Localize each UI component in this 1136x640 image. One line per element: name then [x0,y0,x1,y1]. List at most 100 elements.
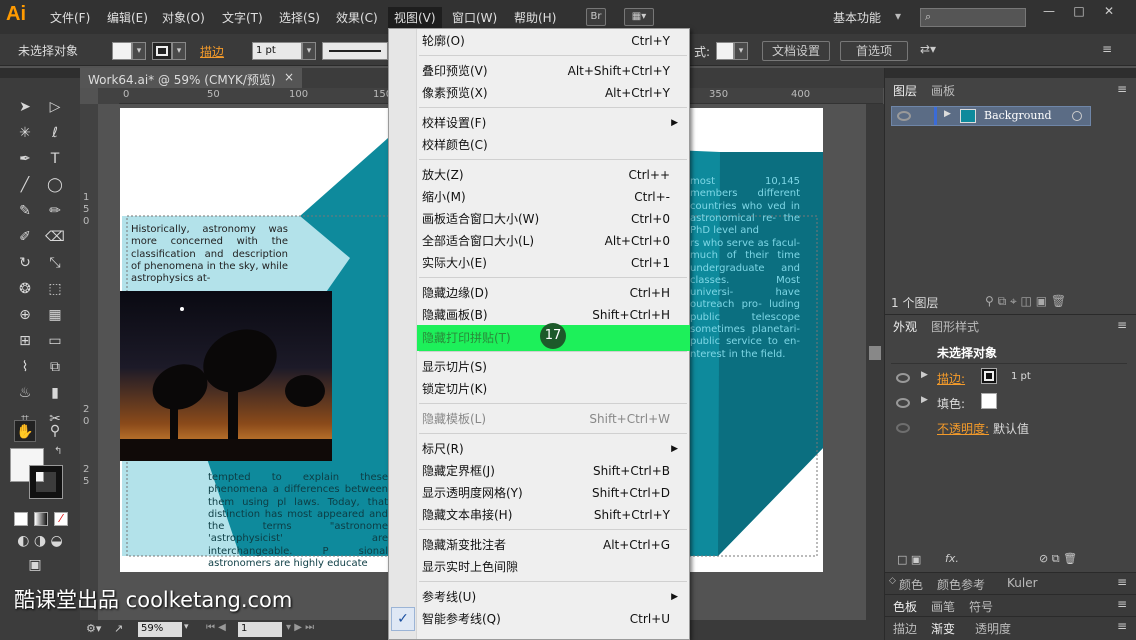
close-window-icon[interactable]: ✕ [1098,4,1120,20]
tab-appearance[interactable]: 外观 [893,318,917,336]
appearance-stroke-value[interactable]: 1 pt [1011,371,1031,382]
menu-view[interactable]: 视图(V) [388,7,442,28]
appearance-opacity-label[interactable]: 不透明度: [937,420,989,437]
color-panel-menu-icon[interactable]: ≡ [1117,575,1127,589]
magic-wand-tool-icon[interactable]: ✳ [14,122,36,144]
stroke-label[interactable]: 描边 [200,43,224,60]
menu-item-hide-gradient-annotator[interactable]: 隐藏渐变批注者 Alt+Ctrl+G [422,534,684,556]
scale-tool-icon[interactable]: ⤡ [44,252,66,274]
menu-item-actual-size[interactable]: 实际大小(E) Ctrl+1 [422,252,684,274]
paragraph-bottom-left[interactable]: tempted to explain these phenomena a dif… [208,472,388,570]
opacity-visibility-eye-icon[interactable] [896,423,910,433]
stroke-weight-input[interactable]: 1 pt [252,42,302,60]
expand-triangle-icon[interactable]: ▶ [944,109,951,119]
appearance-fill-swatch[interactable] [981,393,997,409]
menu-type[interactable]: 文字(T) [222,9,263,26]
perspective-grid-tool-icon[interactable]: ▦ [44,304,66,326]
appearance-stroke-swatch[interactable] [981,368,997,384]
document-tab[interactable]: Work64.ai* @ 59% (CMYK/预览) × [80,68,302,88]
fill-visibility-eye-icon[interactable] [896,398,910,408]
menu-item-proof-colors[interactable]: 校样颜色(C) [422,134,684,156]
menu-item-zoom-in[interactable]: 放大(Z) Ctrl++ [422,164,684,186]
minimize-icon[interactable]: — [1038,4,1060,20]
paragraph-right-2[interactable]: rs who serve as facul- much of their tim… [690,238,800,361]
layer-actions-icons[interactable]: ⚲ ⧉ ⌖ ◫ ▣ 🗑 [985,294,1066,309]
stroke-swatch[interactable] [152,42,172,60]
fill-swatch[interactable] [112,42,132,60]
hand-tool-icon[interactable]: ✋ [14,420,36,442]
document-setup-button[interactable]: 文档设置 [762,41,830,61]
draw-modes-icon[interactable]: ◐ ◑ ◒ [10,530,70,552]
menu-item-guides[interactable]: 参考线(U) ▶ [422,586,684,608]
layer-row-background[interactable]: ▶ Background [891,106,1091,126]
menu-edit[interactable]: 编辑(E) [107,9,148,26]
menu-item-show-live-paint-gaps[interactable]: 显示实时上色间隙 [422,556,684,578]
menu-effect[interactable]: 效果(C) [336,9,378,26]
mesh-tool-icon[interactable]: ⊞ [14,330,36,352]
target-circle-icon[interactable] [1072,111,1082,121]
stroke-dropdown[interactable]: ▾ [172,42,186,60]
blob-brush-tool-icon[interactable]: ✐ [14,226,36,248]
stroke-color-box[interactable] [29,465,63,499]
menu-window[interactable]: 窗口(W) [452,9,497,26]
chevron-down-icon[interactable]: ▾ [895,9,901,23]
paragraph-right-1[interactable]: most 10,145 members different countries … [690,176,800,237]
collapse-icon[interactable]: ◇ [889,576,896,586]
menu-item-show-transparency-grid[interactable]: 显示透明度网格(Y) Shift+Ctrl+D [422,482,684,504]
tab-layers[interactable]: 图层 [893,82,917,100]
shape-builder-tool-icon[interactable]: ⊕ [14,304,36,326]
workspace-switcher[interactable]: 基本功能 [833,9,881,26]
menu-item-pixel-preview[interactable]: 像素预览(X) Alt+Ctrl+Y [422,82,684,104]
ellipse-tool-icon[interactable]: ◯ [44,174,66,196]
stroke-weight-dropdown[interactable]: ▾ [302,42,316,60]
blend-tool-icon[interactable]: ⧉ [44,356,66,378]
menu-item-show-slices[interactable]: 显示切片(S) [422,356,684,378]
gradient-mode-icon[interactable] [34,512,48,526]
arrange-icon[interactable]: ⇄▾ [920,42,936,56]
maximize-icon[interactable]: □ [1068,4,1090,20]
visibility-eye-icon[interactable] [897,111,911,121]
menu-item-hide-edges[interactable]: 隐藏边缘(D) Ctrl+H [422,282,684,304]
bridge-button[interactable]: Br [586,8,606,26]
none-mode-icon[interactable]: ⁄ [54,512,68,526]
type-tool-icon[interactable]: T [44,148,66,170]
pen-tool-icon[interactable]: ✒ [14,148,36,170]
tab-color-guide[interactable]: 颜色参考 [937,576,985,594]
panel-menu-icon[interactable]: ≡ [1102,42,1112,56]
paragraph-top-left[interactable]: Historically, astronomy was more concern… [131,224,288,285]
warp-tool-icon[interactable]: ❂ [14,278,36,300]
search-input[interactable]: ⌕ [920,8,1026,27]
tab-artboards[interactable]: 画板 [931,82,955,100]
menu-file[interactable]: 文件(F) [50,9,90,26]
close-tab-icon[interactable]: × [284,70,294,84]
lasso-tool-icon[interactable]: ℓ [44,122,66,144]
artboard-number-input[interactable]: 1 [238,622,282,637]
preferences-button[interactable]: 首选项 [840,41,908,61]
screen-mode-icon[interactable]: ▣ [24,554,46,576]
vertical-scrollbar[interactable] [866,104,884,620]
arrange-documents-icon[interactable]: ▦▾ [624,8,654,26]
tab-kuler[interactable]: Kuler [1007,576,1038,594]
layer-name[interactable]: Background [984,109,1052,122]
menu-item-smart-guides[interactable]: 智能参考线(Q) Ctrl+U [422,608,684,630]
style-swatch[interactable] [716,42,734,60]
menu-item-overprint-preview[interactable]: 叠印预览(V) Alt+Shift+Ctrl+Y [422,60,684,82]
expand-triangle-icon[interactable]: ▶ [921,395,928,405]
scrollbar-thumb[interactable] [869,346,881,360]
menu-item-lock-slices[interactable]: 锁定切片(K) [422,378,684,400]
menu-item-rulers[interactable]: 标尺(R) ▶ [422,438,684,460]
export-icon[interactable]: ↗ [114,622,123,635]
color-mode-icon[interactable] [14,512,28,526]
rotate-tool-icon[interactable]: ↻ [14,252,36,274]
fill-dropdown[interactable]: ▾ [132,42,146,60]
next-artboard-icon[interactable]: ▾ ▶ ⏭ [286,622,314,633]
menu-item-hide-bounding-box[interactable]: 隐藏定界框(J) Shift+Ctrl+B [422,460,684,482]
eyedropper-tool-icon[interactable]: ⌇ [14,356,36,378]
style-dropdown[interactable]: ▾ [734,42,748,60]
zoom-dropdown[interactable]: ▾ [184,622,189,632]
tab-transparency[interactable]: 透明度 [975,620,1011,638]
ruler-origin[interactable] [98,88,119,104]
free-transform-tool-icon[interactable]: ⬚ [44,278,66,300]
tab-color[interactable]: 颜色 [899,576,923,594]
status-icon[interactable]: ⚙▾ [86,622,101,635]
